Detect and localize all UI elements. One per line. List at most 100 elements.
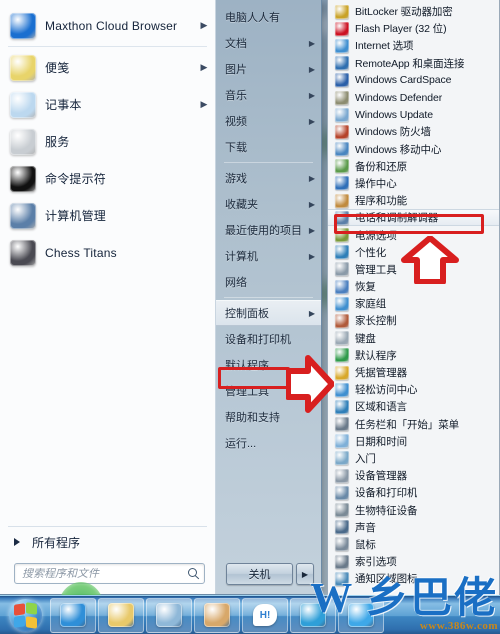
pinned-program-item[interactable]: 命令提示符 <box>0 160 215 197</box>
control-panel-item-label: 索引选项 <box>355 556 397 569</box>
places-item-label: 游戏 <box>225 173 247 185</box>
control-panel-item[interactable]: Windows Update <box>328 106 499 123</box>
control-panel-item[interactable]: 默认程序 <box>328 347 499 364</box>
control-panel-item-label: RemoteApp 和桌面连接 <box>355 57 465 70</box>
pinned-program-item[interactable]: 便笺 ▶ <box>0 49 215 86</box>
control-panel-item[interactable]: 家庭组 <box>328 295 499 312</box>
places-item[interactable]: 音乐 ▶ <box>216 82 321 108</box>
control-panel-item[interactable]: 管理工具 <box>328 261 499 278</box>
control-panel-item[interactable]: 生物特征设备 <box>328 501 499 518</box>
pinned-program-label: Maxthon Cloud Browser <box>45 18 178 33</box>
places-item[interactable]: 电脑人人有 <box>216 4 321 30</box>
control-panel-item[interactable]: 备份和还原 <box>328 158 499 175</box>
taskbar-internet-explorer[interactable] <box>50 597 96 633</box>
places-item[interactable]: 收藏夹 ▶ <box>216 191 321 217</box>
control-panel-item[interactable]: 日期和时间 <box>328 433 499 450</box>
control-panel-item[interactable]: 索引选项 <box>328 553 499 570</box>
remoteapp-icon <box>335 56 349 71</box>
search-wrap <box>0 557 215 594</box>
pinned-program-label: 便笺 <box>45 61 70 75</box>
taskbar-windows-explorer[interactable] <box>98 597 144 633</box>
places-item[interactable]: 控制面板 ▶ <box>216 300 321 326</box>
control-panel-item[interactable]: 电话和调制解调器 <box>328 209 499 227</box>
control-panel-item[interactable]: 凭据管理器 <box>328 364 499 381</box>
control-panel-item[interactable]: RemoteApp 和桌面连接 <box>328 55 499 72</box>
places-spacer <box>216 456 321 560</box>
pinned-program-item[interactable]: Maxthon Cloud Browser ▶ <box>0 7 215 44</box>
start-orb[interactable] <box>2 597 48 634</box>
taskbar-media-player[interactable] <box>146 597 192 633</box>
chevron-right-icon: ▶ <box>308 116 316 126</box>
control-panel-item[interactable]: 通知区域图标 <box>328 570 499 587</box>
places-item[interactable]: 管理工具 ▶ <box>216 378 321 404</box>
control-panel-item[interactable]: 家长控制 <box>328 312 499 329</box>
places-item-label: 图片 <box>225 64 247 76</box>
control-panel-item[interactable]: 鼠标 <box>328 536 499 553</box>
pinned-program-item[interactable]: 记事本 ▶ <box>0 86 215 123</box>
control-panel-item[interactable]: 操作中心 <box>328 175 499 192</box>
control-panel-item[interactable]: Windows 移动中心 <box>328 141 499 158</box>
control-panel-item[interactable]: BitLocker 驱动器加密 <box>328 3 499 20</box>
control-panel-item[interactable]: Flash Player (32 位) <box>328 20 499 37</box>
control-panel-item[interactable]: 设备和打印机 <box>328 484 499 501</box>
pinned-program-item[interactable]: 服务 <box>0 123 215 160</box>
places-item-label: 下载 <box>225 142 247 154</box>
places-item[interactable]: 最近使用的项目 ▶ <box>216 217 321 243</box>
places-item[interactable]: 图片 ▶ <box>216 56 321 82</box>
media-player-icon <box>156 603 182 627</box>
control-panel-item-label: 任务栏和「开始」菜单 <box>355 418 459 431</box>
start-menu: Maxthon Cloud Browser ▶ 便笺 ▶ 记事本 ▶ 服务 命令提示符 计算机管… <box>0 0 322 595</box>
control-panel-item[interactable]: Windows 防火墙 <box>328 123 499 140</box>
taskbar-hi-app[interactable]: H! <box>242 597 288 633</box>
places-item[interactable]: 运行... <box>216 430 321 456</box>
control-panel-item[interactable]: 个性化 <box>328 244 499 261</box>
pinned-programs-list: Maxthon Cloud Browser ▶ 便笺 ▶ 记事本 ▶ 服务 命令提示符 计算机管… <box>0 0 215 271</box>
chevron-right-icon: ▶ <box>200 99 208 109</box>
control-panel-item[interactable]: 程序和功能 <box>328 192 499 209</box>
control-panel-item[interactable]: 区域和语言 <box>328 398 499 415</box>
mouse-icon <box>335 537 349 552</box>
places-item[interactable]: 文档 ▶ <box>216 30 321 56</box>
control-panel-item[interactable]: 键盘 <box>328 330 499 347</box>
chevron-right-icon: ▶ <box>200 20 208 30</box>
notepad-icon <box>10 91 36 118</box>
places-item[interactable]: 计算机 ▶ <box>216 243 321 269</box>
programs-spacer <box>0 271 215 526</box>
places-item[interactable]: 游戏 ▶ <box>216 165 321 191</box>
search-input[interactable] <box>22 567 187 580</box>
places-item[interactable]: 设备和打印机 <box>216 326 321 352</box>
shutdown-button[interactable]: 关机 <box>226 563 293 585</box>
taskbar-paint[interactable] <box>194 597 240 633</box>
control-panel-item[interactable]: Internet 选项 <box>328 37 499 54</box>
shutdown-options-button[interactable]: ▶ <box>296 563 314 585</box>
pinned-program-label: 记事本 <box>45 98 82 112</box>
control-panel-item-label: 键盘 <box>355 332 376 345</box>
control-panel-item[interactable]: 入门 <box>328 450 499 467</box>
taskbar-browser[interactable] <box>338 597 384 633</box>
places-item-label: 计算机 <box>225 251 258 263</box>
taskbar-skype[interactable] <box>290 597 336 633</box>
control-panel-item[interactable]: 声音 <box>328 519 499 536</box>
places-item[interactable]: 下载 <box>216 134 321 160</box>
chevron-right-icon: ▶ <box>308 38 316 48</box>
places-item[interactable]: 默认程序 <box>216 352 321 378</box>
control-panel-item-label: 声音 <box>355 521 376 534</box>
places-item[interactable]: 视频 ▶ <box>216 108 321 134</box>
chevron-right-icon: ▶ <box>308 199 316 209</box>
search-box[interactable] <box>14 563 205 584</box>
pinned-program-item[interactable]: 计算机管理 <box>0 197 215 234</box>
pinned-program-item[interactable]: Chess Titans <box>0 234 215 271</box>
all-programs-button[interactable]: 所有程序 <box>0 527 215 557</box>
control-panel-item[interactable]: 恢复 <box>328 278 499 295</box>
pinned-program-label: Chess Titans <box>45 245 117 260</box>
control-panel-item[interactable]: 任务栏和「开始」菜单 <box>328 416 499 433</box>
places-item[interactable]: 帮助和支持 <box>216 404 321 430</box>
control-panel-item[interactable]: 轻松访问中心 <box>328 381 499 398</box>
control-panel-item[interactable]: Windows Defender <box>328 89 499 106</box>
chevron-right-icon: ▶ <box>308 173 316 183</box>
control-panel-item-label: 管理工具 <box>355 263 397 276</box>
control-panel-item[interactable]: 设备管理器 <box>328 467 499 484</box>
places-item[interactable]: 网络 <box>216 269 321 295</box>
control-panel-item[interactable]: Windows CardSpace <box>328 72 499 89</box>
control-panel-item[interactable]: 电源选项 <box>328 226 499 243</box>
